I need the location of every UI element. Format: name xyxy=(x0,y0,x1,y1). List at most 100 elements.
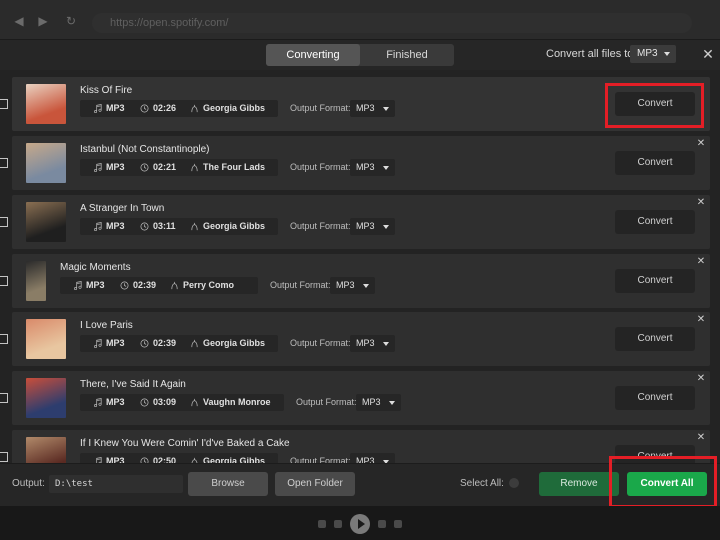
output-format-select[interactable]: MP3 xyxy=(350,100,395,117)
output-format-label: Output Format: xyxy=(290,103,351,113)
close-icon[interactable]: ✕ xyxy=(700,46,716,62)
output-format-value: MP3 xyxy=(356,221,375,231)
clock-icon xyxy=(140,104,149,113)
music-note-icon xyxy=(94,398,102,407)
tab-finished[interactable]: Finished xyxy=(360,44,454,66)
browser-bar: ◀ ▶ ↻ https://open.spotify.com/ xyxy=(0,0,720,40)
output-path-field[interactable]: D:\test xyxy=(49,475,183,493)
music-note-icon xyxy=(94,222,102,231)
footer-bar: Output: D:\test Browse Open Folder Selec… xyxy=(0,463,720,506)
clock-icon xyxy=(140,222,149,231)
track-row[interactable]: I Love Paris MP3 02:39 Georgia Gibbs Out… xyxy=(0,312,710,366)
remove-button[interactable]: Remove xyxy=(539,472,619,496)
close-icon[interactable]: ✕ xyxy=(696,433,706,443)
artist-icon xyxy=(191,339,198,348)
output-format-select[interactable]: MP3 xyxy=(350,335,395,352)
row-checkbox[interactable] xyxy=(0,452,8,462)
output-format-select[interactable]: MP3 xyxy=(350,159,395,176)
track-row[interactable]: Magic Moments MP3 02:39 Perry Como Outpu… xyxy=(0,254,710,308)
convert-button[interactable]: Convert xyxy=(615,445,695,463)
duration-value: 02:26 xyxy=(153,103,177,113)
convert-button[interactable]: Convert xyxy=(615,269,695,293)
output-format-label: Output Format: xyxy=(290,456,351,463)
album-art-image xyxy=(26,378,66,418)
track-row[interactable]: A Stranger In Town MP3 03:11 Georgia Gib… xyxy=(0,195,710,249)
album-art-image xyxy=(26,261,46,301)
player-bar xyxy=(0,506,720,540)
convert-button[interactable]: Convert xyxy=(615,386,695,410)
convert-button[interactable]: Convert xyxy=(615,151,695,175)
output-format-label: Output Format: xyxy=(296,397,357,407)
convert-all-button[interactable]: Convert All xyxy=(627,472,707,496)
close-icon[interactable]: ✕ xyxy=(696,315,706,325)
track-meta: MP3 02:39 Perry Como xyxy=(60,277,258,294)
previous-icon[interactable] xyxy=(334,520,342,528)
artist-value: Georgia Gibbs xyxy=(203,456,266,463)
output-format-select[interactable]: MP3 xyxy=(350,453,395,463)
chevron-down-icon xyxy=(383,225,389,229)
open-folder-button[interactable]: Open Folder xyxy=(275,472,355,496)
output-format-value: MP3 xyxy=(336,280,355,290)
format-value: MP3 xyxy=(106,103,125,113)
close-icon[interactable]: ✕ xyxy=(696,198,706,208)
album-art-image xyxy=(26,437,66,463)
back-icon[interactable]: ◀ xyxy=(12,14,26,28)
row-checkbox[interactable] xyxy=(0,334,8,344)
chevron-down-icon xyxy=(664,52,670,56)
row-checkbox[interactable] xyxy=(0,217,8,227)
artist-icon xyxy=(171,281,178,290)
track-meta: MP3 02:26 Georgia Gibbs xyxy=(80,100,278,117)
output-format-select[interactable]: MP3 xyxy=(350,218,395,235)
output-format-select[interactable]: MP3 xyxy=(330,277,375,294)
convert-button[interactable]: Convert xyxy=(615,327,695,351)
close-icon[interactable]: ✕ xyxy=(696,257,706,267)
track-title: Magic Moments xyxy=(60,262,131,273)
repeat-icon[interactable] xyxy=(394,520,402,528)
output-format-value: MP3 xyxy=(356,103,375,113)
row-checkbox[interactable] xyxy=(0,99,8,109)
forward-icon[interactable]: ▶ xyxy=(36,14,50,28)
browse-button[interactable]: Browse xyxy=(188,472,268,496)
output-format-label: Output Format: xyxy=(290,338,351,348)
global-format-select[interactable]: MP3 xyxy=(630,45,676,63)
track-row[interactable]: Kiss Of Fire MP3 02:26 Georgia Gibbs Out… xyxy=(0,77,710,131)
track-title: There, I've Said It Again xyxy=(80,379,186,390)
address-bar[interactable]: https://open.spotify.com/ xyxy=(92,13,692,33)
global-format-value: MP3 xyxy=(637,48,658,59)
artist-icon xyxy=(191,398,198,407)
shuffle-icon[interactable] xyxy=(318,520,326,528)
output-format-value: MP3 xyxy=(356,338,375,348)
play-icon[interactable] xyxy=(350,514,370,534)
convert-button[interactable]: Convert xyxy=(615,92,695,116)
output-label: Output: xyxy=(12,478,45,489)
track-row[interactable]: Istanbul (Not Constantinople) MP3 02:21 … xyxy=(0,136,710,190)
clock-icon xyxy=(140,339,149,348)
track-meta: MP3 02:21 The Four Lads xyxy=(80,159,278,176)
track-row[interactable]: There, I've Said It Again MP3 03:09 Vaug… xyxy=(0,371,710,425)
clock-icon xyxy=(120,281,129,290)
row-checkbox[interactable] xyxy=(0,158,8,168)
artist-icon xyxy=(191,104,198,113)
track-title: If I Knew You Were Comin' I'd've Baked a… xyxy=(80,438,290,449)
chevron-down-icon xyxy=(383,166,389,170)
music-note-icon xyxy=(74,281,82,290)
track-meta: MP3 03:11 Georgia Gibbs xyxy=(80,218,278,235)
row-checkbox[interactable] xyxy=(0,276,8,286)
track-row[interactable]: If I Knew You Were Comin' I'd've Baked a… xyxy=(0,430,710,463)
output-format-label: Output Format: xyxy=(270,280,331,290)
row-checkbox[interactable] xyxy=(0,393,8,403)
close-icon[interactable]: ✕ xyxy=(696,374,706,384)
format-value: MP3 xyxy=(106,338,125,348)
close-icon[interactable]: ✕ xyxy=(696,139,706,149)
format-value: MP3 xyxy=(106,456,125,463)
output-format-select[interactable]: MP3 xyxy=(356,394,401,411)
duration-value: 02:50 xyxy=(153,456,177,463)
format-value: MP3 xyxy=(106,162,125,172)
artist-value: Vaughn Monroe xyxy=(203,397,271,407)
select-all-checkbox[interactable] xyxy=(509,478,519,488)
track-meta: MP3 03:09 Vaughn Monroe xyxy=(80,394,284,411)
next-icon[interactable] xyxy=(378,520,386,528)
tab-converting[interactable]: Converting xyxy=(266,44,360,66)
refresh-icon[interactable]: ↻ xyxy=(64,14,78,28)
convert-button[interactable]: Convert xyxy=(615,210,695,234)
